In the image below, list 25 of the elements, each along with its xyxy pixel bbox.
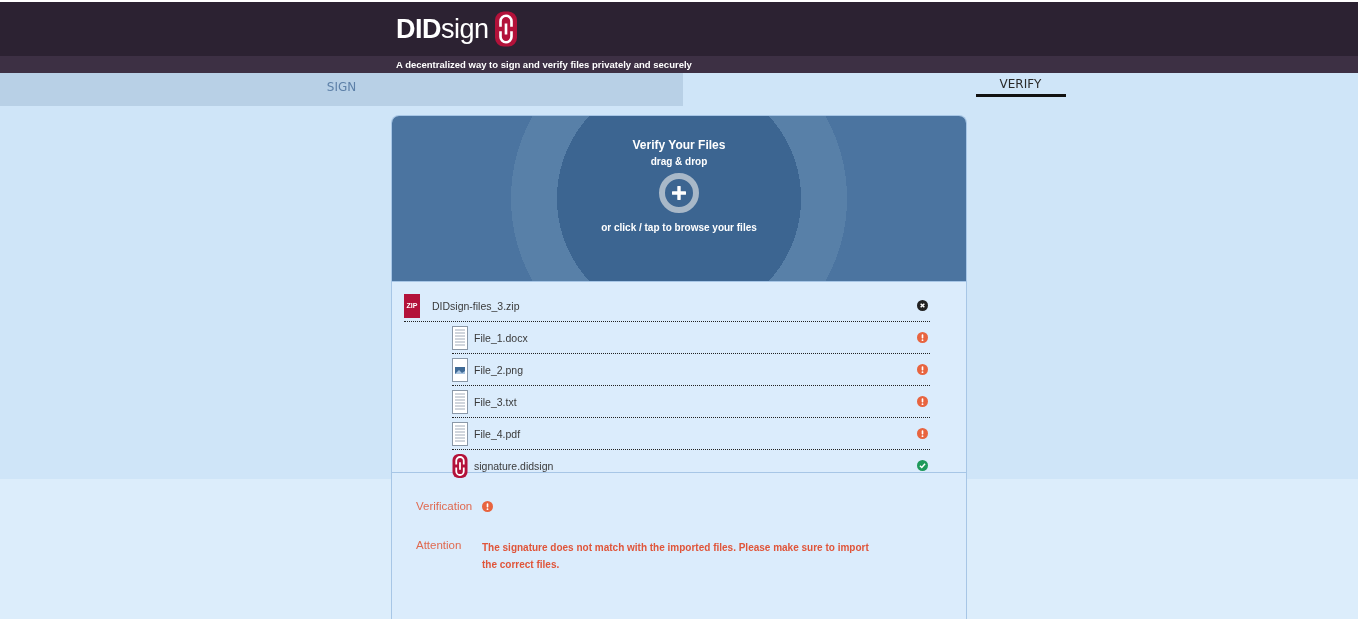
remove-icon[interactable]: [917, 300, 928, 311]
image-file-icon: [452, 357, 468, 382]
signature-file-icon: [452, 453, 468, 478]
file-name: File_2.png: [474, 363, 525, 376]
dropzone-subtitle: drag & drop: [650, 156, 708, 167]
file-name: File_3.txt: [474, 395, 518, 408]
chain-link-icon: [494, 11, 517, 47]
dropzone-title: Verify Your Files: [632, 138, 726, 152]
attention-label: Attention: [416, 539, 463, 553]
attention-message: The signature does not match with the imported files. Please make sure to import the correct files.: [482, 541, 870, 572]
document-icon: [452, 325, 468, 350]
browse-hint: or click / tap to browse your files: [601, 222, 757, 233]
add-files-button[interactable]: [659, 173, 699, 213]
verification-label: Verification: [416, 500, 473, 512]
file-name: DIDsign-files_3.zip: [432, 299, 521, 312]
document-icon: [452, 389, 468, 414]
document-icon: [452, 421, 468, 446]
tagline: A decentralized way to sign and verify files privately and securely: [396, 59, 692, 70]
file-name: File_1.docx: [474, 331, 529, 344]
file-name: File_4.pdf: [474, 427, 522, 440]
tab[interactable]: VERIFY: [683, 73, 1358, 106]
plus-icon: [672, 186, 686, 200]
logo-wordmark: DIDsign: [396, 13, 489, 45]
file-name: signature.didsign: [474, 459, 555, 472]
drop-zone[interactable]: Verify Your Files drag & drop or click / tap to browse your files: [392, 116, 966, 281]
